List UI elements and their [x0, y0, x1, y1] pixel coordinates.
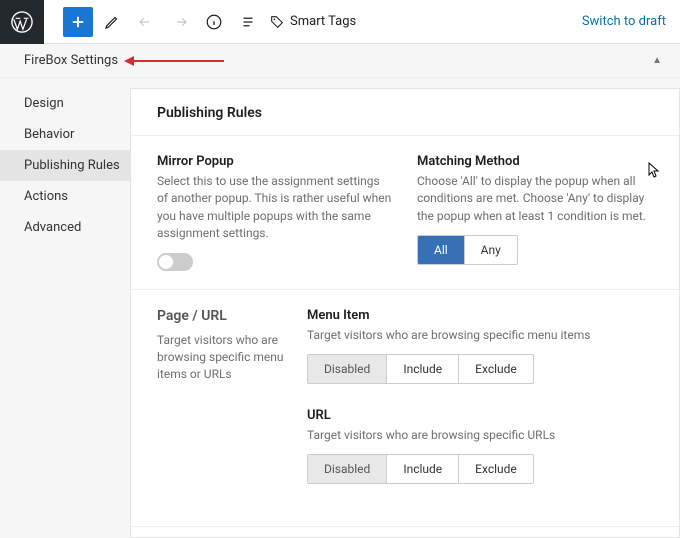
matching-all-button[interactable]: All — [418, 236, 465, 264]
url-exclude-button[interactable]: Exclude — [459, 455, 533, 483]
mirror-popup-field: Mirror Popup Select this to use the assi… — [157, 154, 393, 271]
main-panel-title: Publishing Rules — [131, 89, 679, 136]
content-area: Design Behavior Publishing Rules Actions… — [0, 78, 680, 538]
url-desc: Target visitors who are browsing specifi… — [307, 427, 653, 444]
menu-item-include-button[interactable]: Include — [387, 355, 459, 383]
menu-item-field: Menu Item Target visitors who are browsi… — [307, 308, 653, 384]
matching-method-label: Matching Method — [417, 154, 653, 169]
page-url-desc: Target visitors who are browsing specifi… — [157, 332, 287, 384]
switch-to-draft-link[interactable]: Switch to draft — [582, 14, 680, 29]
matching-method-group: All Any — [417, 235, 518, 265]
collapse-caret-icon: ▲ — [652, 55, 662, 66]
add-block-button[interactable] — [63, 7, 93, 37]
sidebar-item-publishing-rules[interactable]: Publishing Rules — [0, 150, 130, 181]
wordpress-logo[interactable] — [0, 0, 44, 44]
matching-method-desc: Choose 'All' to display the popup when a… — [417, 173, 653, 225]
menu-item-disabled-button[interactable]: Disabled — [308, 355, 387, 383]
redo-icon — [171, 13, 189, 31]
smart-tags-label: Smart Tags — [290, 14, 356, 29]
firebox-title: FireBox Settings — [24, 53, 118, 68]
pencil-icon — [103, 13, 121, 31]
menu-item-exclude-button[interactable]: Exclude — [459, 355, 533, 383]
firebox-header[interactable]: FireBox Settings ▲ — [0, 44, 680, 78]
edit-button[interactable] — [97, 7, 127, 37]
sidebar-item-design[interactable]: Design — [0, 88, 130, 119]
main-panel: Publishing Rules Mirror Popup Select thi… — [130, 88, 680, 538]
sidebar-item-behavior[interactable]: Behavior — [0, 119, 130, 150]
tag-icon — [269, 14, 285, 30]
info-button[interactable] — [199, 7, 229, 37]
url-disabled-button[interactable]: Disabled — [308, 455, 387, 483]
sidebar-item-label: Advanced — [24, 220, 81, 235]
url-group: Disabled Include Exclude — [307, 454, 534, 484]
url-field: URL Target visitors who are browsing spe… — [307, 408, 653, 484]
menu-item-group: Disabled Include Exclude — [307, 354, 534, 384]
url-label: URL — [307, 408, 653, 423]
sidebar: Design Behavior Publishing Rules Actions… — [0, 78, 130, 538]
sidebar-item-actions[interactable]: Actions — [0, 181, 130, 212]
page-url-section: Page / URL Target visitors who are brows… — [131, 290, 679, 528]
mirror-popup-label: Mirror Popup — [157, 154, 393, 169]
general-section: Mirror Popup Select this to use the assi… — [131, 136, 679, 290]
smart-tags-button[interactable]: Smart Tags — [269, 14, 356, 30]
sidebar-item-label: Behavior — [24, 127, 74, 142]
sidebar-item-label: Design — [24, 96, 64, 111]
page-url-title: Page / URL — [157, 308, 287, 324]
sidebar-item-label: Publishing Rules — [24, 158, 120, 173]
annotation-arrow — [124, 56, 224, 66]
menu-item-desc: Target visitors who are browsing specifi… — [307, 327, 653, 344]
undo-icon — [137, 13, 155, 31]
mirror-popup-toggle[interactable] — [157, 253, 193, 271]
top-toolbar: Smart Tags Switch to draft — [0, 0, 680, 44]
matching-method-field: Matching Method Choose 'All' to display … — [417, 154, 653, 271]
datetime-section: Datetime Datetime — [131, 527, 679, 538]
menu-item-label: Menu Item — [307, 308, 653, 323]
redo-button[interactable] — [165, 7, 195, 37]
wordpress-icon — [11, 11, 33, 33]
list-view-button[interactable] — [233, 7, 263, 37]
sidebar-item-advanced[interactable]: Advanced — [0, 212, 130, 243]
sidebar-item-label: Actions — [24, 189, 68, 204]
plus-icon — [69, 13, 87, 31]
info-icon — [205, 13, 223, 31]
url-include-button[interactable]: Include — [387, 455, 459, 483]
mirror-popup-desc: Select this to use the assignment settin… — [157, 173, 393, 243]
undo-button[interactable] — [131, 7, 161, 37]
list-icon — [239, 13, 257, 31]
matching-any-button[interactable]: Any — [465, 236, 517, 264]
